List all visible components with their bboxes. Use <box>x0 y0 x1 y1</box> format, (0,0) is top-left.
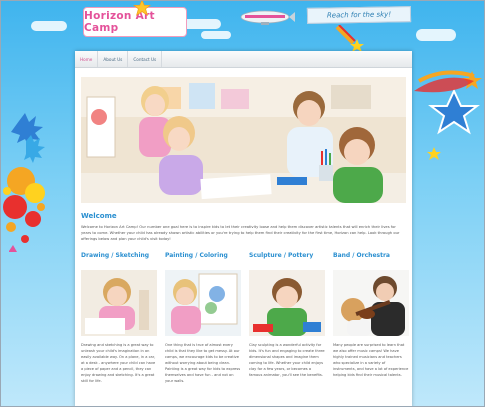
hero-illustration <box>81 77 406 203</box>
program-text: Drawing and sketching is a great way to … <box>81 342 156 383</box>
cloud-decoration <box>181 19 221 29</box>
program-text: Clay sculpting is a wonderful activity f… <box>249 342 325 377</box>
program-image <box>333 269 409 336</box>
stars-decoration <box>414 70 482 160</box>
paint-splash-decoration <box>3 113 45 252</box>
welcome-text: Welcome to Horizon Art Camp! Our number … <box>81 225 400 242</box>
program-title[interactable]: Sculpture / Pottery <box>249 252 325 262</box>
program-title[interactable]: Painting / Coloring <box>165 252 241 262</box>
main-nav: Home About Us Contact Us <box>75 51 412 68</box>
tagline-text: Reach for the sky! <box>326 10 392 20</box>
nav-contact-us[interactable]: Contact Us <box>128 51 163 67</box>
program-image <box>81 269 157 336</box>
nav-about-us[interactable]: About Us <box>98 51 129 67</box>
hero-image <box>81 77 406 203</box>
program-painting: Painting / Coloring One thing that is tr… <box>165 252 241 384</box>
program-sculpture: Sculpture / Pottery Clay sculpting is a … <box>249 252 325 384</box>
cloud-decoration <box>31 21 67 31</box>
program-text: One thing that is true of almost every c… <box>165 342 241 383</box>
nav-home[interactable]: Home <box>75 51 99 67</box>
star-icon <box>133 1 151 17</box>
programs-list: Drawing / Sketching Drawing and sketchin… <box>81 252 409 384</box>
tagline-banner: Reach for the sky! <box>306 6 412 24</box>
blimp-icon <box>240 10 295 25</box>
main-content: Home About Us Contact Us Welcome Welcome… <box>75 51 412 406</box>
cloud-decoration <box>416 29 456 41</box>
program-image <box>249 269 325 336</box>
program-drawing: Drawing / Sketching Drawing and sketchin… <box>81 252 157 384</box>
program-text: Many people are surprised to learn that … <box>333 342 409 377</box>
program-title[interactable]: Drawing / Sketching <box>81 252 157 262</box>
program-image <box>165 269 241 336</box>
cloud-decoration <box>201 31 231 39</box>
program-band: Band / Orchestra Many people are surpris… <box>333 252 409 384</box>
program-title[interactable]: Band / Orchestra <box>333 252 409 262</box>
browser-frame: Horizon Art Camp Reach for the sky! Home… <box>0 0 485 407</box>
welcome-title: Welcome <box>81 212 117 220</box>
